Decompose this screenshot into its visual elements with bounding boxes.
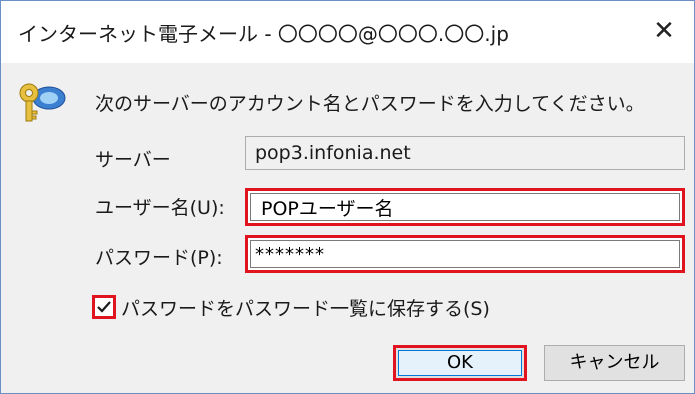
- username-input[interactable]: [250, 193, 680, 221]
- server-field: pop3.infonia.net: [245, 136, 685, 170]
- login-dialog: インターネット電子メール - 〇〇〇〇@〇〇〇.〇〇.jp ✕ 次のサーバーのア…: [0, 0, 695, 394]
- ok-button[interactable]: OK: [393, 345, 527, 381]
- username-label: ユーザー名(U):: [95, 197, 225, 219]
- password-input[interactable]: [250, 240, 680, 268]
- password-highlight: [245, 235, 685, 273]
- title-bar[interactable]: インターネット電子メール - 〇〇〇〇@〇〇〇.〇〇.jp ✕: [1, 1, 694, 63]
- window-title: インターネット電子メール - 〇〇〇〇@〇〇〇.〇〇.jp: [18, 22, 509, 46]
- cancel-button[interactable]: キャンセル: [544, 345, 685, 381]
- server-label: サーバー: [95, 149, 171, 171]
- key-icon: [19, 83, 66, 122]
- prompt-text: 次のサーバーのアカウント名とパスワードを入力してください。: [95, 93, 645, 115]
- close-button[interactable]: ✕: [642, 11, 686, 51]
- ok-button-label: OK: [398, 350, 522, 376]
- dialog-body: 次のサーバーのアカウント名とパスワードを入力してください。 サーバー pop3.…: [1, 63, 694, 393]
- checkmark-icon: [97, 301, 111, 313]
- username-highlight: [245, 188, 685, 226]
- save-password-checkbox[interactable]: [92, 295, 116, 319]
- save-password-label[interactable]: パスワードをパスワード一覧に保存する(S): [121, 294, 490, 321]
- password-label: パスワード(P):: [95, 247, 223, 269]
